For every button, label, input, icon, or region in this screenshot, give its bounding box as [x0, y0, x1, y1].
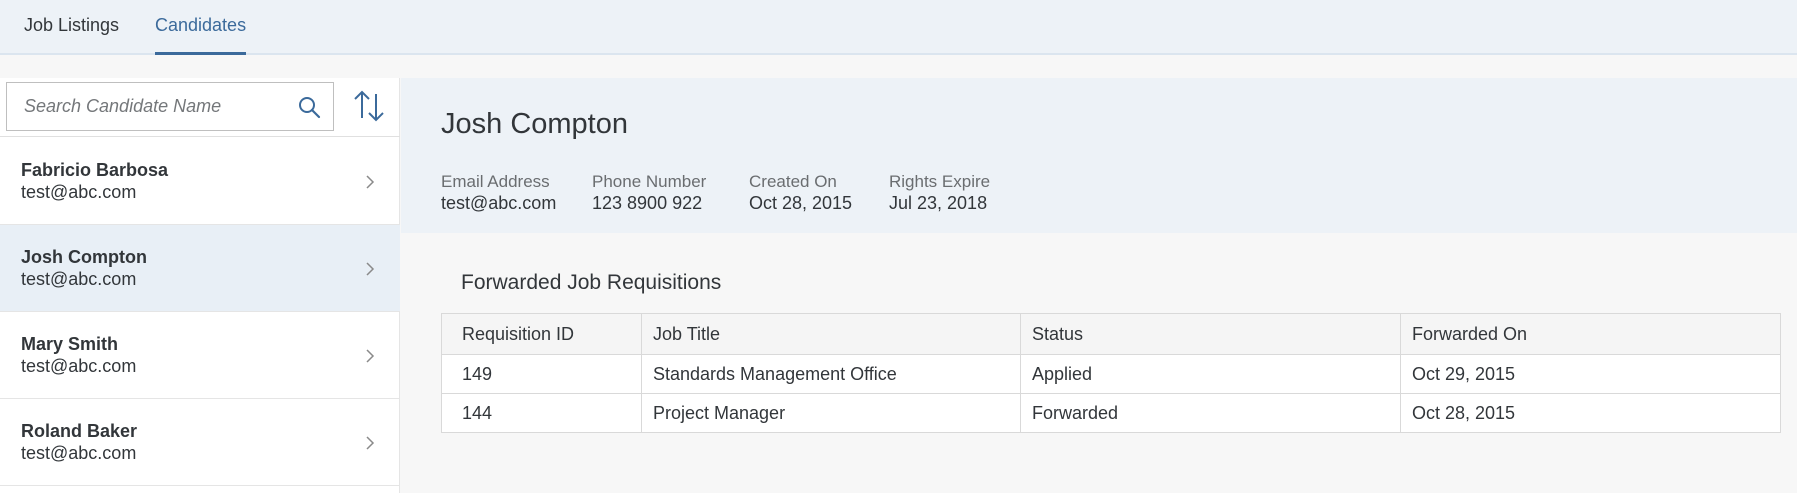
- chevron-right-icon: [366, 436, 375, 450]
- candidate-list: Fabricio Barbosa test@abc.com Josh Compt…: [0, 138, 400, 486]
- chevron-right-icon: [366, 349, 375, 363]
- table-row[interactable]: 149 Standards Management Office Applied …: [441, 354, 1781, 394]
- requisitions-table: Requisition ID Job Title Status Forwarde…: [441, 313, 1781, 433]
- list-item[interactable]: Josh Compton test@abc.com: [0, 225, 400, 312]
- attribute-value: Oct 28, 2015: [749, 193, 853, 213]
- list-item[interactable]: Roland Baker test@abc.com: [0, 399, 400, 486]
- sort-icon[interactable]: [352, 88, 386, 124]
- candidate-name: Mary Smith: [21, 334, 119, 354]
- table-cell: Standards Management Office: [641, 354, 1021, 394]
- candidate-name: Roland Baker: [21, 421, 138, 441]
- attribute-email: Email Address test@abc.com: [441, 172, 556, 214]
- table-cell: Project Manager: [641, 393, 1021, 433]
- attribute-label: Email Address: [441, 172, 550, 191]
- chevron-right-icon: [366, 175, 375, 189]
- attribute-phone: Phone Number 123 8900 922: [592, 172, 706, 214]
- table-cell: Oct 29, 2015: [1400, 354, 1781, 394]
- attribute-value: 123 8900 922: [592, 193, 703, 213]
- chevron-right-icon: [366, 262, 375, 276]
- page-title: Josh Compton: [441, 108, 628, 140]
- attribute-created-on: Created On Oct 28, 2015: [749, 172, 852, 214]
- list-toolbar: [0, 78, 400, 137]
- candidate-email: test@abc.com: [21, 182, 137, 202]
- search-icon[interactable]: [297, 95, 321, 119]
- tab-candidates[interactable]: Candidates: [155, 0, 247, 55]
- detail-header: Josh Compton Email Address test@abc.com …: [401, 78, 1797, 233]
- candidate-name: Fabricio Barbosa: [21, 160, 169, 180]
- column-header[interactable]: Job Title: [641, 313, 1021, 355]
- attribute-value: test@abc.com: [441, 193, 557, 213]
- column-header[interactable]: Requisition ID: [441, 313, 642, 355]
- candidate-list-panel: Fabricio Barbosa test@abc.com Josh Compt…: [0, 78, 400, 493]
- attribute-label: Rights Expire: [889, 172, 991, 191]
- list-item[interactable]: Fabricio Barbosa test@abc.com: [0, 138, 400, 225]
- tab-job-listings[interactable]: Job Listings: [24, 0, 119, 55]
- column-header[interactable]: Status: [1020, 313, 1401, 355]
- table-cell: Oct 28, 2015: [1400, 393, 1781, 433]
- list-item[interactable]: Mary Smith test@abc.com: [0, 312, 400, 399]
- attribute-value: Jul 23, 2018: [889, 193, 988, 213]
- attribute-rights-expire: Rights Expire Jul 23, 2018: [889, 172, 990, 214]
- candidate-name: Josh Compton: [21, 247, 147, 267]
- section-title: Forwarded Job Requisitions: [461, 271, 722, 294]
- search-field: [6, 82, 334, 131]
- table-cell: 149: [441, 354, 642, 394]
- table-cell: Forwarded: [1020, 393, 1401, 433]
- search-input[interactable]: [8, 84, 288, 129]
- attribute-label: Created On: [749, 172, 837, 191]
- column-header[interactable]: Forwarded On: [1400, 313, 1781, 355]
- table-header-row: Requisition ID Job Title Status Forwarde…: [441, 313, 1781, 355]
- table-cell: 144: [441, 393, 642, 433]
- top-tab-bar: Job Listings Candidates: [0, 0, 1797, 55]
- candidate-email: test@abc.com: [21, 356, 137, 376]
- table-row[interactable]: 144 Project Manager Forwarded Oct 28, 20…: [441, 393, 1781, 433]
- table-cell: Applied: [1020, 354, 1401, 394]
- candidate-email: test@abc.com: [21, 443, 137, 463]
- attribute-label: Phone Number: [592, 172, 707, 191]
- candidate-email: test@abc.com: [21, 269, 137, 289]
